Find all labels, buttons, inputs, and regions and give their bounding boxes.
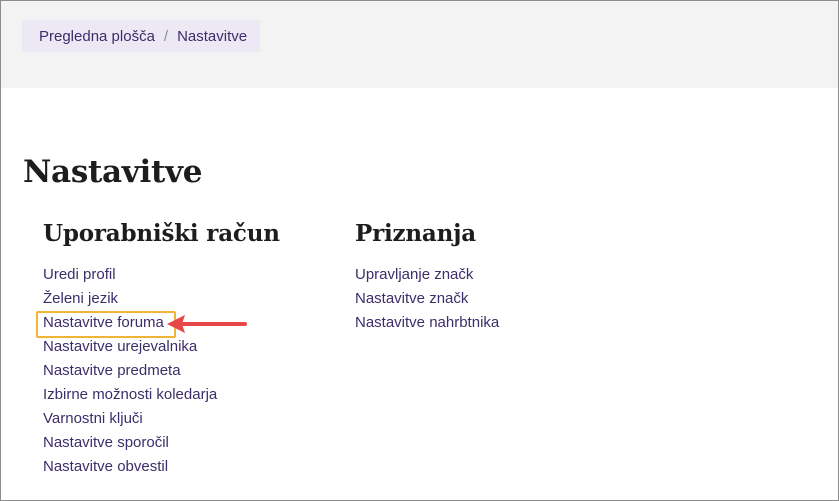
message-preferences-link[interactable]: Nastavitve sporočil <box>43 434 169 451</box>
calendar-preferences-link[interactable]: Izbirne možnosti koledarja <box>43 386 217 403</box>
editor-preferences-link[interactable]: Nastavitve urejevalnika <box>43 338 197 355</box>
breadcrumb-settings-link[interactable]: Nastavitve <box>177 28 247 45</box>
breadcrumb-separator: / <box>163 27 169 45</box>
section-badges: Priznanja Upravljanje značk Nastavitve z… <box>355 220 499 335</box>
security-keys-link[interactable]: Varnostni ključi <box>43 410 143 427</box>
backpack-preferences-link[interactable]: Nastavitve nahrbtnika <box>355 314 499 331</box>
list-item: Želeni jezik <box>43 287 280 311</box>
user-account-links-list: Uredi profil Želeni jezik Nastavitve for… <box>43 263 280 479</box>
page-title: Nastavitve <box>23 154 203 190</box>
manage-badges-link[interactable]: Upravljanje značk <box>355 266 473 283</box>
list-item: Nastavitve urejevalnika <box>43 335 280 359</box>
screenshot-frame: Pregledna plošča / Nastavitve Nastavitve… <box>0 0 839 501</box>
list-item: Upravljanje značk <box>355 263 499 287</box>
course-preferences-link[interactable]: Nastavitve predmeta <box>43 362 181 379</box>
badge-preferences-link[interactable]: Nastavitve značk <box>355 290 468 307</box>
list-item: Nastavitve predmeta <box>43 359 280 383</box>
list-item: Varnostni ključi <box>43 407 280 431</box>
list-item: Nastavitve značk <box>355 287 499 311</box>
badges-links-list: Upravljanje značk Nastavitve značk Nasta… <box>355 263 499 335</box>
section-user-account: Uporabniški račun Uredi profil Želeni je… <box>43 220 280 479</box>
highlight-box-annotation <box>36 311 176 338</box>
list-item: Nastavitve nahrbtnika <box>355 311 499 335</box>
notification-preferences-link[interactable]: Nastavitve obvestil <box>43 458 168 475</box>
breadcrumb: Pregledna plošča / Nastavitve <box>22 20 260 52</box>
list-item: Nastavitve obvestil <box>43 455 280 479</box>
list-item: Nastavitve sporočil <box>43 431 280 455</box>
breadcrumb-dashboard-link[interactable]: Pregledna plošča <box>39 28 155 45</box>
edit-profile-link[interactable]: Uredi profil <box>43 266 116 283</box>
red-arrow-icon <box>167 315 247 333</box>
section-heading-badges: Priznanja <box>355 220 476 247</box>
section-heading-user-account: Uporabniški račun <box>43 220 280 247</box>
list-item: Izbirne možnosti koledarja <box>43 383 280 407</box>
preferred-language-link[interactable]: Želeni jezik <box>43 290 118 307</box>
list-item: Uredi profil <box>43 263 280 287</box>
